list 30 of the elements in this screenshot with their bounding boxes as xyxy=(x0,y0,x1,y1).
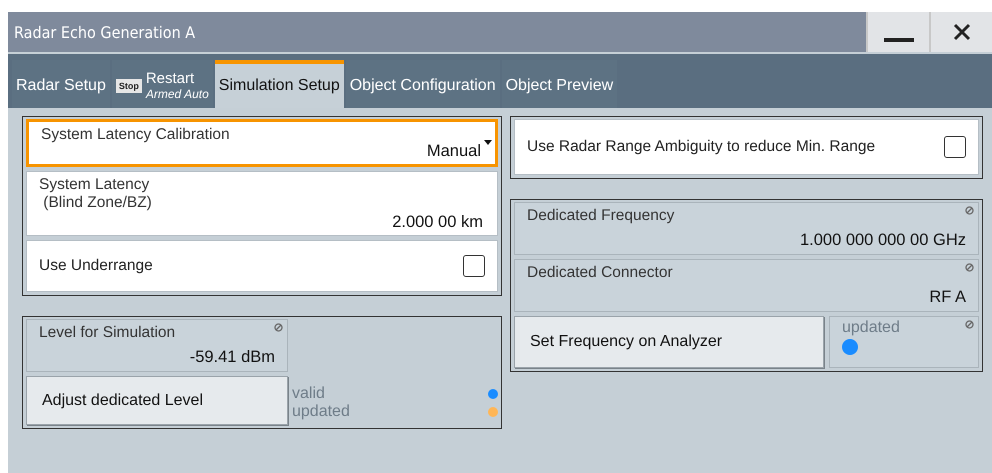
checkbox[interactable] xyxy=(944,136,966,158)
set-frequency-button[interactable]: Set Frequency on Analyzer xyxy=(514,316,824,368)
tab[interactable]: Radar Setup xyxy=(12,60,110,108)
tab-label: Restart xyxy=(146,71,194,88)
stop-badge: Stop xyxy=(116,79,142,93)
read-only-icon xyxy=(965,320,974,329)
caret-icon xyxy=(484,140,492,145)
close-icon xyxy=(952,22,972,42)
checkbox-label: Use Underrange xyxy=(39,257,153,275)
input-field[interactable]: System Latency (Blind Zone/BZ) 2.000 00 km xyxy=(26,171,498,236)
tab[interactable]: Object Configuration xyxy=(346,60,500,108)
checkbox[interactable] xyxy=(463,255,485,277)
status-label: valid xyxy=(292,385,325,403)
readonly-field: Dedicated Connector RF A xyxy=(514,259,979,312)
adjust-level-button[interactable]: Adjust dedicated Level xyxy=(26,376,288,425)
read-only-icon xyxy=(965,263,974,272)
read-only-icon xyxy=(965,206,974,215)
readonly-field: Dedicated Frequency 1.000 000 000 00 GHz xyxy=(514,202,979,255)
tab[interactable]: Object Preview xyxy=(502,60,618,108)
read-only-icon xyxy=(274,323,283,332)
readonly-field: Level for Simulation -59.41 dBm xyxy=(26,319,288,372)
checkbox-label: Use Radar Range Ambiguity to reduce Min. Range xyxy=(527,138,876,156)
status-label: updated xyxy=(842,319,901,337)
dropdown[interactable]: System Latency Calibration Manual xyxy=(26,119,498,167)
tab[interactable]: Simulation Setup xyxy=(214,60,344,108)
tab-sublabel: Armed Auto xyxy=(146,88,209,101)
status-label: updated xyxy=(292,403,350,421)
minimize-button[interactable] xyxy=(866,12,929,52)
close-button[interactable] xyxy=(929,12,992,52)
window-title: Radar Echo Generation A xyxy=(13,22,196,44)
